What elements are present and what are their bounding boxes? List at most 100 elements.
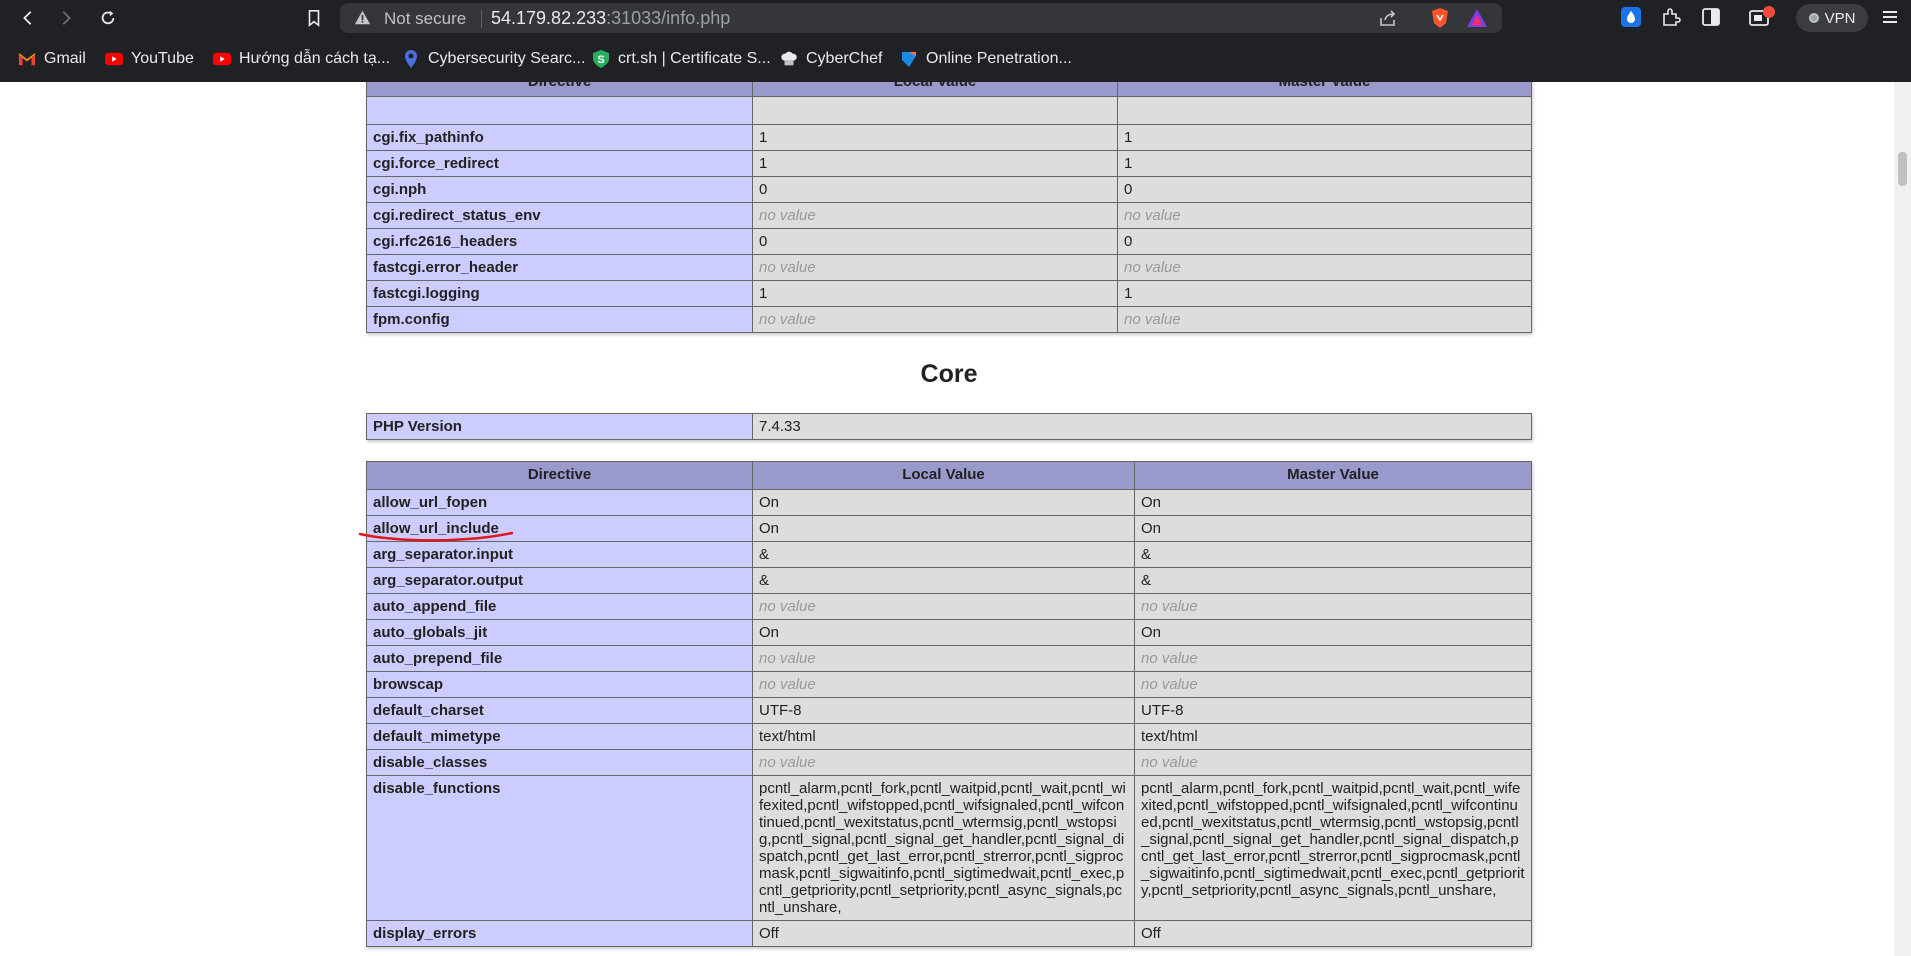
sidebar-icon[interactable] — [1700, 6, 1722, 33]
master-value: 1 — [1117, 124, 1532, 151]
column-header: Master Value — [1134, 461, 1532, 490]
table-row: cgi.fix_pathinfo 1 1 — [366, 124, 1532, 151]
table-row: arg_separator.input & & — [366, 541, 1532, 568]
local-value: On — [752, 489, 1135, 516]
brave-shields-icon[interactable] — [1430, 7, 1450, 34]
crtsh-icon: S — [592, 50, 610, 68]
brave-rewards-icon[interactable] — [1466, 8, 1488, 33]
vpn-status-icon — [1808, 13, 1819, 23]
column-header: Master Value — [1117, 82, 1532, 97]
directive-name: default_charset — [366, 697, 753, 724]
page-viewport: Directive Local Value Master Value cgi.f… — [0, 82, 1911, 956]
local-value: pcntl_alarm,pcntl_fork,pcntl_waitpid,pcn… — [752, 775, 1135, 921]
wallet-notification-icon[interactable] — [1748, 6, 1776, 35]
table-row: auto_globals_jit On On — [366, 619, 1532, 646]
local-value: 0 — [752, 228, 1118, 255]
bookmark-huong-dan[interactable]: Hướng dẫn cách tạ... — [213, 48, 390, 70]
svg-text:S: S — [597, 54, 604, 66]
directive-name: fastcgi.error_header — [366, 254, 753, 281]
local-value: no value — [752, 749, 1135, 776]
master-value: pcntl_alarm,pcntl_fork,pcntl_waitpid,pcn… — [1134, 775, 1532, 921]
youtube-icon — [105, 50, 123, 68]
local-value — [752, 96, 1118, 125]
vpn-label: VPN — [1824, 9, 1856, 27]
extension-drop-icon[interactable] — [1620, 6, 1642, 33]
master-value: UTF-8 — [1134, 697, 1532, 724]
vpn-button[interactable]: VPN — [1796, 4, 1868, 32]
master-value: no value — [1134, 749, 1532, 776]
master-value: On — [1134, 489, 1532, 516]
security-status[interactable]: Not secure — [384, 9, 466, 29]
column-header: Directive — [366, 82, 753, 97]
directive-name: fastcgi.logging — [366, 280, 753, 307]
php-version-label: PHP Version — [366, 413, 753, 440]
bookmark-cyberchef[interactable]: CyberChef — [780, 48, 882, 70]
directive-name — [366, 96, 753, 125]
directive-name: cgi.fix_pathinfo — [366, 124, 753, 151]
directive-name: cgi.force_redirect — [366, 150, 753, 177]
directive-name: fpm.config — [366, 306, 753, 333]
local-value: 1 — [752, 280, 1118, 307]
bookmark-cybersecurity-search[interactable]: Cybersecurity Searc... — [402, 48, 585, 70]
location-pin-icon — [402, 50, 420, 68]
directive-name: auto_globals_jit — [366, 619, 753, 646]
directive-name: arg_separator.input — [366, 541, 753, 568]
table-row: allow_url_fopen On On — [366, 489, 1532, 516]
bookmark-online-penetration[interactable]: Online Penetration... — [900, 48, 1072, 70]
local-value: text/html — [752, 723, 1135, 750]
url-path: :31033/info.php — [606, 8, 731, 28]
local-value: no value — [752, 202, 1118, 229]
local-value: no value — [752, 671, 1135, 698]
directive-name: allow_url_include — [366, 515, 753, 542]
table-row: fastcgi.logging 1 1 — [366, 280, 1532, 307]
master-value: 0 — [1117, 228, 1532, 255]
bookmark-crtsh[interactable]: S crt.sh | Certificate S... — [592, 48, 771, 70]
directive-name: browscap — [366, 671, 753, 698]
directive-name: auto_prepend_file — [366, 645, 753, 672]
bookmark-icon[interactable] — [302, 6, 326, 30]
local-value: & — [752, 567, 1135, 594]
master-value: text/html — [1134, 723, 1532, 750]
vertical-scrollbar[interactable] — [1894, 82, 1911, 956]
php-version-table: PHP Version 7.4.33 — [366, 413, 1532, 440]
address-bar[interactable]: Not secure 54.179.82.233:31033/info.php — [340, 3, 1502, 33]
local-value: UTF-8 — [752, 697, 1135, 724]
table-row: default_charset UTF-8 UTF-8 — [366, 697, 1532, 724]
directive-name: cgi.redirect_status_env — [366, 202, 753, 229]
reload-icon[interactable] — [96, 6, 120, 30]
warning-icon — [354, 9, 371, 31]
master-value: & — [1134, 567, 1532, 594]
directive-name: cgi.nph — [366, 176, 753, 203]
column-header: Local Value — [752, 461, 1135, 490]
back-icon[interactable] — [16, 6, 40, 30]
extensions-puzzle-icon[interactable] — [1660, 6, 1682, 33]
local-value: no value — [752, 254, 1118, 281]
master-value: no value — [1134, 671, 1532, 698]
table-row: cgi.rfc2616_headers 0 0 — [366, 228, 1532, 255]
share-icon[interactable] — [1378, 8, 1398, 33]
table-row: disable_functions pcntl_alarm,pcntl_fork,… — [366, 775, 1532, 921]
directive-name: display_errors — [366, 920, 753, 947]
bookmark-gmail[interactable]: Gmail — [18, 48, 86, 70]
master-value: 1 — [1117, 150, 1532, 177]
master-value — [1117, 96, 1532, 125]
shield-icon — [900, 50, 918, 68]
forward-icon[interactable] — [54, 6, 78, 30]
bookmark-youtube[interactable]: YouTube — [105, 48, 194, 70]
local-value: no value — [752, 306, 1118, 333]
local-value: 1 — [752, 150, 1118, 177]
menu-icon[interactable] — [1880, 7, 1900, 32]
local-value: On — [752, 515, 1135, 542]
php-version-value: 7.4.33 — [752, 413, 1532, 440]
browser-toolbar: Not secure 54.179.82.233:31033/info.php … — [0, 0, 1911, 36]
master-value: no value — [1117, 202, 1532, 229]
directive-name: disable_classes — [366, 749, 753, 776]
master-value: 1 — [1117, 280, 1532, 307]
column-header: Local Value — [752, 82, 1118, 97]
scrollbar-thumb[interactable] — [1898, 152, 1907, 186]
master-value: no value — [1134, 593, 1532, 620]
url-text[interactable]: 54.179.82.233:31033/info.php — [481, 8, 731, 29]
master-value: On — [1134, 515, 1532, 542]
table-row: cgi.redirect_status_env no value no value — [366, 202, 1532, 229]
table-row: PHP Version 7.4.33 — [366, 413, 1532, 440]
